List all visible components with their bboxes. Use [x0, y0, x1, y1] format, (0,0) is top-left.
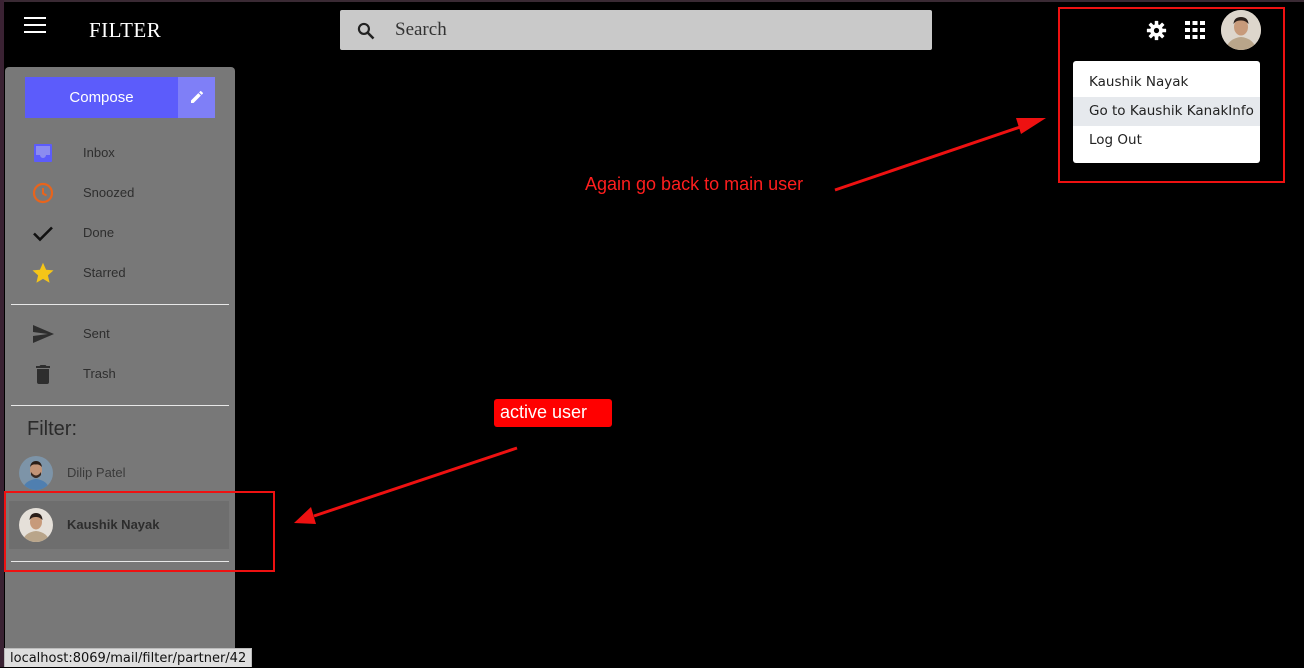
status-bar-url: localhost:8069/mail/filter/partner/42 — [4, 648, 253, 667]
annotation-arrows — [294, 118, 1046, 524]
arrow-head-active-user — [294, 507, 316, 524]
arrow-to-user-menu — [834, 123, 1027, 192]
arrow-to-active-user — [313, 446, 518, 518]
arrow-head-user-menu — [1016, 118, 1046, 134]
